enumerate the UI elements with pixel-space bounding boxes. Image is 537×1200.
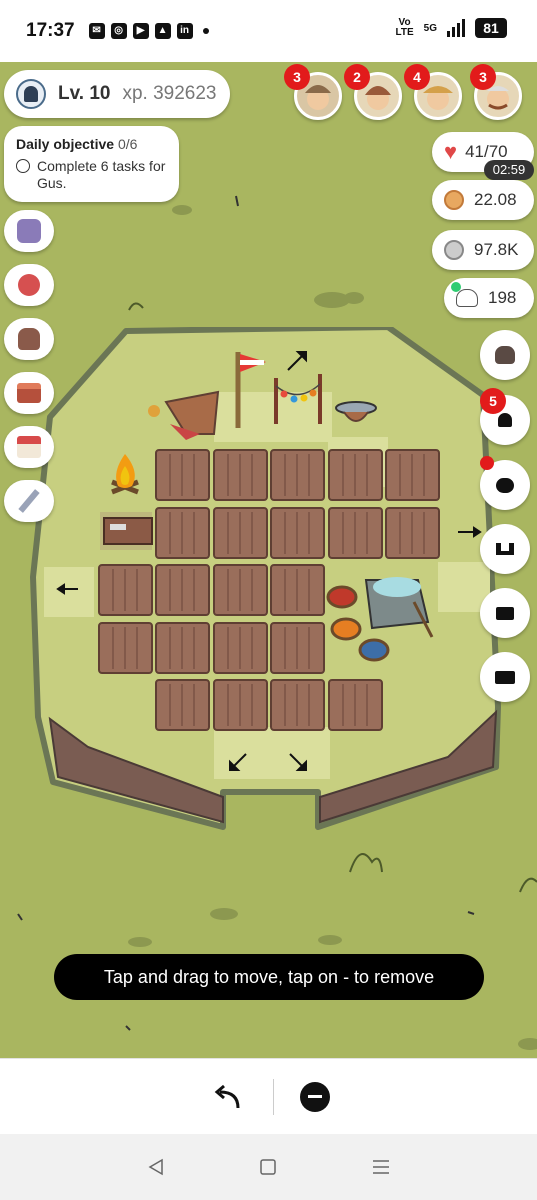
friends-pill[interactable]: 198 [444, 278, 534, 318]
edit-toolbar [0, 1058, 537, 1134]
pet-icon [18, 328, 40, 350]
objective-progress: 0/6 [117, 136, 138, 152]
objective-title: Daily objective [16, 136, 115, 152]
customer-badge-4: 3 [470, 64, 496, 90]
shop-icon [17, 436, 41, 458]
chest-icon [17, 383, 41, 403]
customer-badge-3: 4 [404, 64, 430, 90]
bag-button[interactable] [480, 330, 530, 380]
sword-button[interactable] [4, 480, 54, 522]
heart-timer: 02:59 [484, 160, 534, 180]
silver-coin-icon [444, 240, 464, 260]
podium-icon [496, 543, 514, 555]
hearts-count: 41/70 [465, 142, 508, 161]
heart-icon: ♥ [444, 139, 458, 164]
customer-badge-2: 2 [344, 64, 370, 90]
player-level-pill[interactable]: Lv. 10 xp. 392623 [4, 70, 230, 118]
player-xp: xp. 392623 [122, 83, 217, 104]
toolbar-divider [273, 1078, 274, 1115]
objective-task: Complete 6 tasks for Gus. [37, 158, 166, 191]
video-button[interactable] [480, 652, 530, 702]
shop-button[interactable] [4, 426, 54, 468]
volte-indicator: Vo LTE [395, 17, 414, 38]
network-type: 5G [423, 22, 437, 34]
more-notifications-dot [202, 28, 209, 34]
video-camera-icon [495, 670, 515, 684]
person-icon [24, 86, 38, 102]
sword-icon [18, 489, 40, 513]
potion-button[interactable] [4, 264, 54, 306]
friends-icon [451, 282, 478, 307]
bag-icon [495, 346, 515, 364]
customer-badge-1: 3 [284, 64, 310, 90]
notification-icons: ✉ ◎ ▶ ▲ in [88, 23, 209, 39]
objective-task-row: Complete 6 tasks for Gus. [16, 158, 167, 192]
signal-icon [447, 19, 465, 37]
gold-pill[interactable]: 22.08 [432, 180, 534, 220]
chat-icon [496, 477, 514, 493]
chat-app-icon: ✉ [88, 23, 105, 39]
mail-button[interactable] [480, 588, 530, 638]
system-navbar [0, 1134, 537, 1200]
remove-button[interactable] [300, 1081, 330, 1112]
silver-count: 97.8K [474, 240, 519, 259]
minus-icon [308, 1095, 322, 1098]
youtube-icon: ▶ [132, 23, 149, 39]
status-bar: 17:37 ✉ ◎ ▶ ▲ in Vo LTE 5G 81 [0, 0, 537, 62]
discord-icon: ◎ [110, 23, 127, 39]
leaderboard-button[interactable] [480, 524, 530, 574]
daily-objective-card[interactable]: Daily objective 0/6 Complete 6 tasks for… [4, 126, 179, 202]
undo-button[interactable] [207, 1077, 247, 1117]
objective-header: Daily objective 0/6 [16, 136, 167, 152]
notifications-badge: 5 [480, 388, 506, 414]
undo-arrow-icon [214, 1084, 240, 1108]
friends-count: 198 [488, 288, 517, 307]
status-time: 17:37 [26, 20, 75, 41]
player-avatar[interactable] [16, 79, 46, 109]
hint-toast: Tap and drag to move, tap on - to remove [54, 954, 484, 1000]
gold-coin-icon [444, 190, 464, 210]
potion-icon [18, 274, 40, 296]
pet-button[interactable] [4, 318, 54, 360]
linkedin-icon: in [176, 23, 193, 39]
gold-count: 22.08 [474, 190, 517, 209]
back-icon[interactable] [146, 1157, 166, 1177]
task-checkbox-icon [16, 159, 30, 173]
system-indicators: Vo LTE 5G 81 [395, 17, 507, 38]
chat-alert-dot [480, 456, 494, 470]
envelope-icon [496, 606, 514, 620]
recents-icon[interactable] [371, 1157, 391, 1177]
inventory-button[interactable] [4, 210, 54, 252]
chest-button[interactable] [4, 372, 54, 414]
scroll-icon [17, 219, 41, 243]
bell-icon [498, 413, 512, 427]
home-icon[interactable] [258, 1157, 278, 1177]
app-icon: ▲ [154, 23, 171, 39]
game-board[interactable]: Lv. 10 xp. 392623 Daily objective 0/6 Co… [0, 62, 537, 1058]
battery-icon: 81 [475, 18, 507, 38]
player-level: Lv. 10 [58, 83, 111, 104]
silver-pill[interactable]: 97.8K [432, 230, 534, 270]
